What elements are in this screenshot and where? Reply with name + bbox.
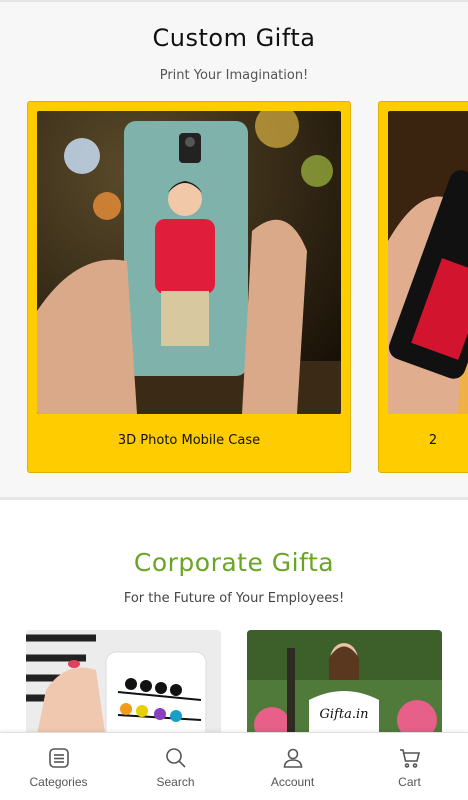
nav-label: Search	[156, 774, 195, 789]
section-title: Custom Gifta	[152, 24, 316, 52]
product-thumb-mug[interactable]	[26, 630, 221, 732]
product-caption: 3D Photo Mobile Case	[117, 433, 261, 448]
product-card-partial[interactable]: 2	[378, 101, 468, 473]
section-subtitle: For the Future of Your Employees!	[123, 591, 345, 606]
product-caption: 2	[428, 433, 438, 448]
cart-icon	[397, 745, 423, 771]
nav-categories[interactable]: Categories	[0, 733, 117, 800]
custom-gifts-section: Custom Gifta Print Your Imagination! 3D …	[0, 0, 468, 497]
section-title: Corporate Gifta	[133, 548, 335, 577]
user-icon	[280, 745, 306, 771]
product-thumb-tshirt[interactable]: Gifta.in	[247, 630, 442, 732]
corporate-gifts-section: Corporate Gifta For the Future of Your E…	[0, 500, 468, 732]
list-icon	[46, 745, 72, 771]
nav-account[interactable]: Account	[234, 733, 351, 800]
section-subtitle: Print Your Imagination!	[159, 68, 309, 83]
product-card-mobile-case[interactable]: 3D Photo Mobile Case	[27, 101, 351, 473]
nav-label: Cart	[398, 774, 421, 789]
product-image	[388, 111, 468, 414]
nav-search[interactable]: Search	[117, 733, 234, 800]
search-icon	[163, 745, 189, 771]
bottom-navigation: Categories Search Account Cart	[0, 732, 468, 800]
nav-label: Categories	[29, 774, 88, 789]
product-image	[37, 111, 341, 414]
nav-label: Account	[270, 774, 315, 789]
nav-cart[interactable]: Cart	[351, 733, 468, 800]
tshirt-print: Gifta.in	[320, 707, 369, 722]
